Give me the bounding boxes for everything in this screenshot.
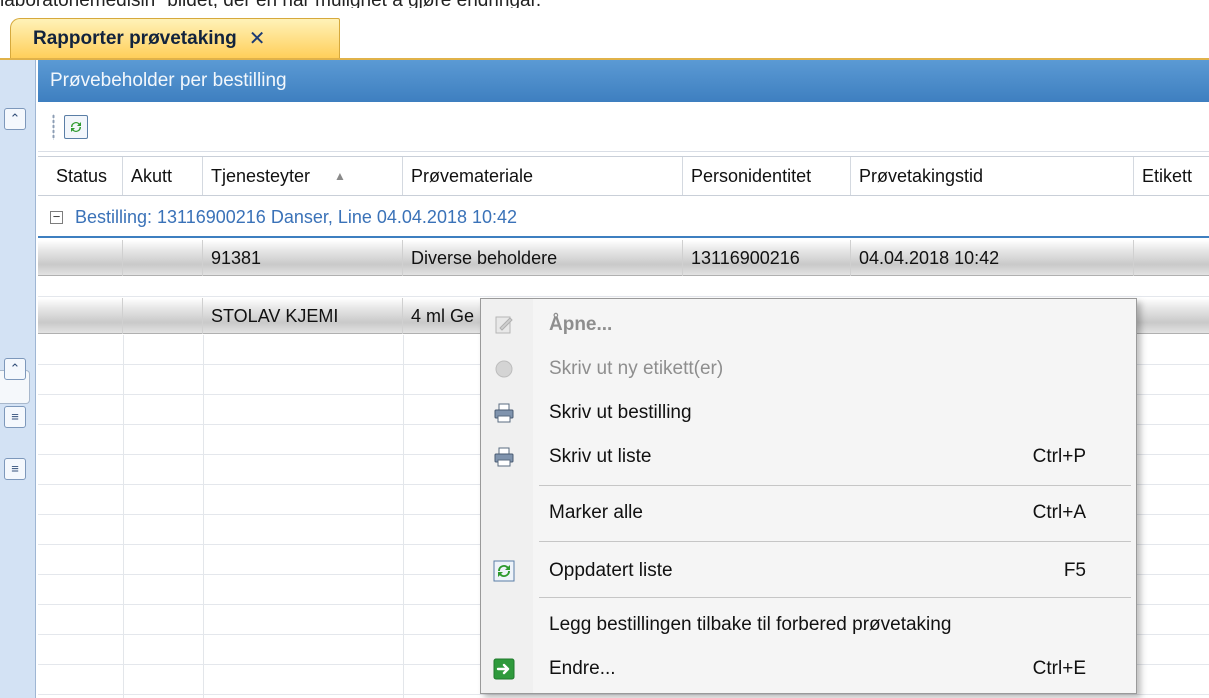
cell-personidentitet: 13116900216: [683, 240, 851, 276]
cell-tjenesteyter: 91381: [203, 240, 403, 276]
edit-icon: [491, 312, 517, 338]
menu-item-label: Skriv ut liste: [549, 446, 652, 467]
tab-label: Rapporter prøvetaking: [33, 27, 237, 49]
collapse-up-icon[interactable]: ⌃: [4, 358, 26, 380]
menu-item-apne[interactable]: Åpne...: [481, 303, 1136, 347]
cell-provetakingstid: 04.04.2018 10:42: [851, 240, 1134, 276]
cell-status: [38, 240, 123, 276]
menu-item-shortcut: Ctrl+A: [1032, 502, 1086, 523]
toolbar-grip[interactable]: [52, 114, 55, 140]
menu-item-label: Åpne...: [549, 314, 613, 335]
cell-etikett: [1134, 298, 1209, 334]
menu-item-shortcut: Ctrl+P: [1032, 446, 1086, 467]
refresh-button[interactable]: [64, 115, 88, 139]
menu-item-label: Skriv ut ny etikett(er): [549, 358, 724, 379]
table-row[interactable]: 91381 Diverse beholdere 13116900216 04.0…: [38, 240, 1209, 276]
menu-item-skriv-ut-bestilling[interactable]: Skriv ut bestilling: [481, 391, 1136, 435]
menu-separator: [539, 485, 1131, 486]
menu-item-shortcut: Ctrl+E: [1032, 658, 1086, 679]
collapse-minus-icon[interactable]: −: [50, 210, 63, 224]
menu-item-label: Marker alle: [549, 502, 643, 523]
column-header-provemateriale[interactable]: Prøvemateriale: [403, 157, 683, 195]
menu-item-skriv-ut-ny-etikett[interactable]: Skriv ut ny etikett(er): [481, 347, 1136, 391]
context-menu: Åpne... Skriv ut ny etikett(er) Skriv ut…: [480, 298, 1137, 694]
printer-icon: [491, 444, 517, 470]
collapse-up-icon[interactable]: ⌃: [4, 108, 26, 130]
grid-header: Status Akutt Tjenesteyter ▲ Prøvematerial…: [38, 156, 1209, 196]
menu-item-skriv-ut-liste[interactable]: Skriv ut liste Ctrl+P: [481, 435, 1136, 479]
sort-ascending-icon: ▲: [334, 169, 346, 183]
tab-rapporter-provetaking[interactable]: Rapporter prøvetaking ✕: [10, 18, 340, 58]
group-label: Bestilling: 13116900216 Danser, Line 04.…: [75, 206, 518, 227]
menu-item-oppdatert-liste[interactable]: Oppdatert liste F5: [481, 549, 1136, 593]
menu-item-endre[interactable]: Endre... Ctrl+E: [481, 647, 1136, 691]
printer-icon: [491, 400, 517, 426]
menu-item-label: Skriv ut bestilling: [549, 402, 692, 423]
cell-akutt: [123, 298, 203, 334]
document-icon[interactable]: ≡: [4, 406, 26, 428]
menu-item-label: Legg bestillingen tilbake til forbered p…: [549, 614, 952, 635]
cell-tjenesteyter: STOLAV KJEMI: [203, 298, 403, 334]
toolbar: [38, 102, 1209, 152]
cell-provemateriale: Diverse beholdere: [403, 240, 683, 276]
menu-separator: [539, 541, 1131, 542]
column-header-personidentitet[interactable]: Personidentitet: [683, 157, 851, 195]
refresh-icon: [71, 122, 81, 132]
column-header-status[interactable]: Status: [48, 157, 123, 195]
menu-separator: [539, 597, 1131, 598]
spacer-row: [38, 277, 1209, 297]
panel-header: Prøvebeholder per bestilling: [38, 60, 1209, 102]
group-row[interactable]: − Bestilling: 13116900216 Danser, Line 0…: [38, 198, 1209, 238]
menu-item-legg-tilbake[interactable]: Legg bestillingen tilbake til forbered p…: [481, 603, 1136, 647]
column-header-provetakingstid[interactable]: Prøvetakingstid: [851, 157, 1134, 195]
document-text-fragment: laboratoriemedisin" bildet, der en har m…: [0, 0, 1209, 8]
cell-etikett: [1134, 240, 1209, 276]
arrow-right-icon: [491, 656, 517, 682]
label-print-icon: [491, 356, 517, 382]
cell-akutt: [123, 240, 203, 276]
menu-item-label: Oppdatert liste: [549, 560, 673, 581]
menu-item-label: Endre...: [549, 658, 616, 679]
document-icon[interactable]: ≡: [4, 458, 26, 480]
cell-status: [38, 298, 123, 334]
menu-item-shortcut: F5: [1063, 560, 1086, 581]
panel-title: Prøvebeholder per bestilling: [50, 70, 287, 91]
column-header-tjenesteyter[interactable]: Tjenesteyter ▲: [203, 157, 403, 195]
left-rail: ⌃ ⌃ ≡ ≡: [0, 60, 36, 698]
menu-item-marker-alle[interactable]: Marker alle Ctrl+A: [481, 491, 1136, 535]
close-icon[interactable]: ✕: [249, 26, 266, 51]
column-header-akutt[interactable]: Akutt: [123, 157, 203, 195]
refresh-icon: [491, 558, 517, 584]
column-header-etikett[interactable]: Etikett: [1134, 157, 1209, 195]
tab-strip: Rapporter prøvetaking ✕: [0, 14, 1209, 58]
